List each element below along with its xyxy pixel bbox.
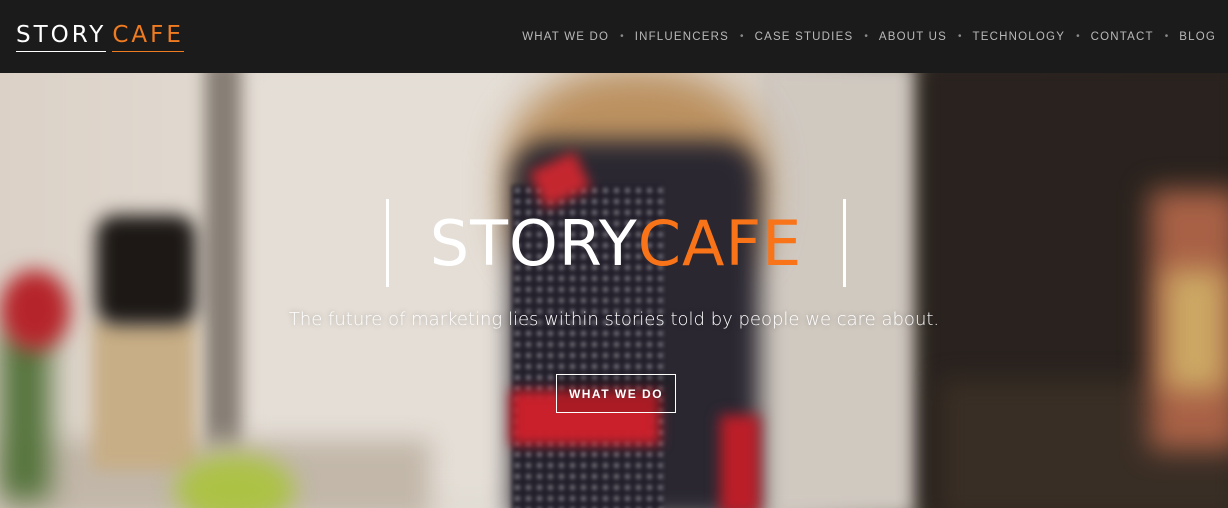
nav-separator: • (620, 31, 624, 42)
nav-separator: • (1164, 31, 1169, 42)
nav-technology[interactable]: TECHNOLOGY (973, 27, 1066, 47)
logo-story-text: STORY (16, 21, 107, 48)
logo-story: STORY (16, 21, 107, 52)
nav-blog[interactable]: BLOG (1179, 27, 1216, 47)
nav-case-studies[interactable]: CASE STUDIES (755, 27, 854, 47)
hero-title-story: STORY (429, 206, 638, 280)
site-logo[interactable]: STORY CAFE (16, 22, 184, 52)
top-navbar: STORY CAFE WHAT WE DO • INFLUENCERS • CA… (0, 0, 1228, 73)
hero-tagline: The future of marketing lies within stor… (288, 309, 940, 330)
nav-influencers[interactable]: INFLUENCERS (635, 27, 729, 47)
nav-about-us[interactable]: ABOUT US (879, 27, 947, 47)
nav-separator: • (1076, 31, 1080, 42)
logo-cafe: CAFE (112, 22, 184, 52)
what-we-do-button[interactable]: WHAT WE DO (556, 374, 676, 413)
nav-what-we-do[interactable]: WHAT WE DO (522, 27, 609, 47)
nav-contact[interactable]: CONTACT (1091, 27, 1154, 47)
nav-separator: • (958, 31, 962, 42)
nav-separator: • (864, 31, 868, 42)
hero-title-cafe: CAFE (637, 206, 803, 280)
nav-separator: • (740, 31, 744, 42)
logo-cafe-text: CAFE (112, 21, 184, 48)
hero-title: STORY CAFE (386, 199, 846, 287)
main-nav: WHAT WE DO • INFLUENCERS • CASE STUDIES … (522, 27, 1216, 47)
